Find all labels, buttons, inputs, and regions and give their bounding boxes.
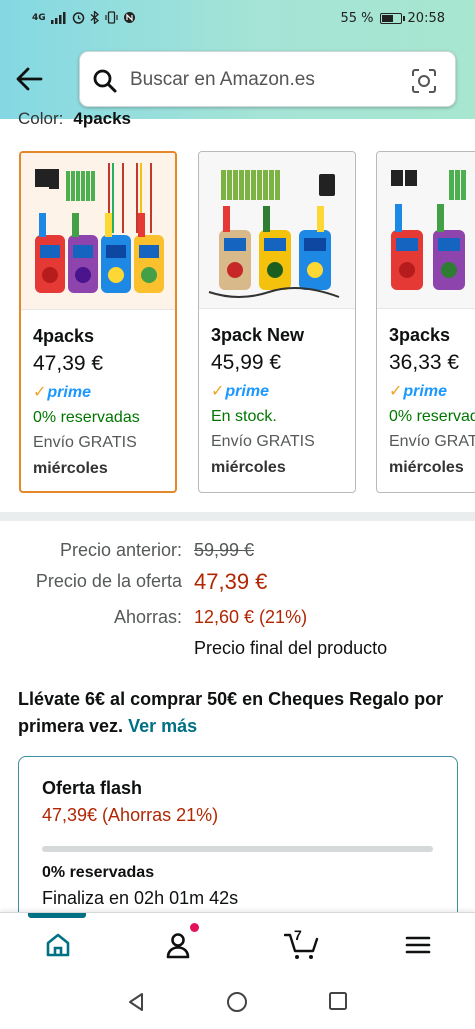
flash-deal-box: Oferta flash 47,39€ (Ahorras 21%) 0% res… (18, 756, 458, 936)
gift-card-promo: Llévate 6€ al comprar 50€ en Cheques Reg… (18, 686, 463, 740)
system-navigation (0, 975, 475, 1029)
variant-shipping: Envío GRATIS (33, 434, 137, 451)
prime-badge: ✓prime (211, 383, 269, 400)
signal-icon (50, 11, 66, 24)
back-triangle-icon[interactable] (125, 991, 147, 1013)
variant-title: 3pack New (211, 325, 305, 345)
variant-card-4packs[interactable]: 4packs 47,39 € ✓prime 0% reservadas Enví… (19, 151, 177, 493)
bluetooth-icon (90, 11, 99, 24)
variant-price: 36,33 € (389, 351, 460, 374)
prime-badge: ✓prime (389, 383, 447, 400)
back-arrow-icon[interactable] (14, 64, 44, 94)
status-bar: 4G 55 % 20:58 (0, 0, 475, 40)
claimed-progress-bar (42, 846, 433, 852)
bottom-navigation: 7 (0, 912, 475, 975)
recents-square-icon[interactable] (328, 991, 348, 1011)
variant-delivery: miércoles (211, 459, 286, 476)
variant-price: 47,39 € (33, 352, 104, 375)
color-selected-value: 4packs (73, 109, 132, 128)
battery-icon (379, 13, 405, 24)
promo-text: Llévate 6€ al comprar 50€ en Cheques Reg… (18, 689, 444, 736)
camera-scan-icon[interactable] (411, 68, 437, 94)
variant-card-3pack-new[interactable]: 3pack New 45,99 € ✓prime En stock. Envío… (198, 151, 356, 493)
home-icon (46, 933, 70, 957)
section-divider (0, 512, 475, 521)
variant-carousel[interactable]: 4packs 47,39 € ✓prime 0% reservadas Enví… (0, 151, 475, 496)
variant-title: 4packs (33, 326, 95, 346)
prime-badge: ✓prime (33, 384, 91, 401)
color-selector-label: Color: 4packs (18, 109, 131, 129)
clock: 20:58 (407, 11, 445, 26)
alarm-icon (72, 12, 84, 24)
cart-count: 7 (294, 927, 302, 943)
variant-card-3packs[interactable]: 3packs 36,33 € ✓prime 0% reservadas Enví… (376, 151, 475, 493)
flash-deal-title: Oferta flash (42, 778, 143, 798)
cart-icon (284, 933, 319, 959)
nfc-icon (123, 12, 135, 23)
variant-availability: 0% reservadas (33, 409, 140, 426)
nav-home[interactable] (20, 913, 100, 976)
nav-menu[interactable] (380, 913, 460, 976)
prime-check-icon: ✓ (33, 384, 47, 401)
variant-price: 45,99 € (211, 351, 282, 374)
savings-label: Ahorras: (113, 607, 182, 627)
previous-price-value: 59,99 € (194, 540, 255, 560)
search-icon (93, 69, 117, 93)
variant-availability: 0% reservadas (389, 408, 475, 425)
product-image (377, 152, 475, 309)
prime-check-icon: ✓ (211, 383, 225, 400)
variant-availability: En stock. (211, 408, 277, 425)
search-input[interactable]: Buscar en Amazon.es (130, 69, 315, 91)
search-bar[interactable]: Buscar en Amazon.es (79, 51, 456, 107)
vibrate-icon (105, 11, 118, 24)
deal-price-value: 47,39 € (194, 569, 268, 594)
final-price-note: Precio final del producto (194, 638, 388, 658)
deal-countdown: Finaliza en 02h 01m 42s (42, 888, 239, 908)
variant-shipping: Envío GRATIS (211, 433, 315, 450)
promo-link[interactable]: Ver más (128, 716, 197, 736)
account-icon (166, 933, 190, 959)
notification-dot (190, 923, 199, 932)
variant-title: 3packs (389, 325, 451, 345)
flash-deal-price: 47,39€ (Ahorras 21%) (42, 805, 219, 825)
network-label: 4G (32, 12, 46, 23)
variant-delivery: miércoles (33, 460, 108, 477)
home-circle-icon[interactable] (226, 991, 248, 1013)
claimed-text: 0% reservadas (42, 864, 155, 881)
deal-price-label: Precio de la oferta (35, 571, 182, 591)
nav-account[interactable] (140, 913, 220, 976)
app-header: 4G 55 % 20:58 Buscar en Amazon.es (0, 0, 475, 119)
menu-icon (405, 936, 431, 954)
prime-check-icon: ✓ (389, 383, 403, 400)
variant-shipping: Envío GRATIS (389, 433, 475, 450)
product-image (21, 153, 175, 310)
savings-value: 12,60 € (21%) (194, 607, 308, 627)
previous-price-label: Precio anterior: (59, 540, 182, 560)
product-image (199, 152, 355, 309)
nav-cart[interactable]: 7 (260, 913, 340, 976)
color-label: Color: (18, 109, 64, 128)
variant-delivery: miércoles (389, 459, 464, 476)
battery-percent: 55 % (340, 11, 374, 26)
